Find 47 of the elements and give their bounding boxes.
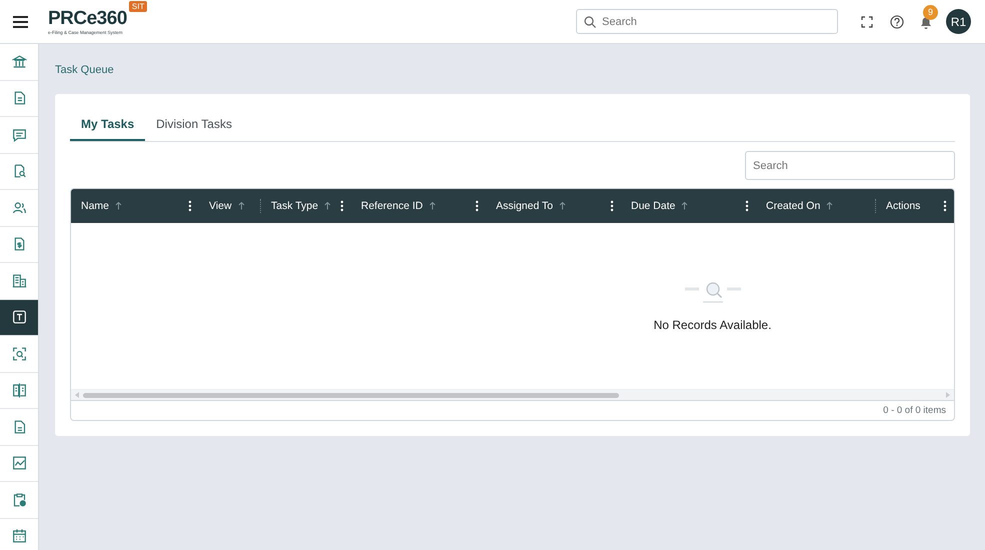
column-header[interactable]: Actions [876,189,954,223]
column-header[interactable]: View [199,189,261,223]
sidebar-item[interactable] [0,300,38,336]
sort-arrow-icon[interactable] [681,202,688,210]
search-icon [584,16,596,28]
column-menu-icon[interactable] [745,200,749,212]
notification-count: 9 [923,4,938,20]
column-menu-icon[interactable] [188,200,192,212]
task-icon [12,309,26,326]
grid-search-field[interactable]: Search [745,151,955,180]
column-menu-icon[interactable] [943,200,947,212]
column-menu-icon[interactable] [340,200,344,212]
tab[interactable]: My Tasks [70,108,146,141]
bank-icon [12,54,26,70]
sort-arrow-icon[interactable] [324,202,332,210]
clipboard-clock-icon [12,492,26,508]
users-icon [12,200,26,216]
scan-icon [12,346,26,362]
column-header[interactable]: Task Type [261,189,351,223]
sort-arrow-icon[interactable] [115,202,122,210]
column-menu-icon[interactable] [475,200,479,212]
book-icon [12,382,26,398]
help-icon[interactable] [890,14,904,28]
breadcrumb[interactable]: Task Queue [55,64,114,86]
menu-icon[interactable] [13,16,28,28]
fullscreen-icon[interactable] [860,14,874,28]
tab[interactable]: Division Tasks [145,108,243,141]
column-header[interactable]: Reference ID [351,189,486,223]
building-icon [12,272,26,289]
sort-arrow-icon[interactable] [238,202,245,210]
column-header[interactable]: Name [71,189,199,223]
logo: PRCe360 [48,8,127,30]
message-icon [12,126,26,143]
pager-info: 0 - 0 of 0 items [883,405,946,416]
sort-arrow-icon[interactable] [826,202,834,210]
environment-badge: SIT [128,1,148,12]
column-header[interactable]: Due Date [621,189,756,223]
empty-message: No Records Available. [654,318,772,332]
column-menu-icon[interactable] [610,200,614,212]
column-header[interactable]: Assigned To [486,189,621,223]
sort-arrow-icon[interactable] [559,202,566,210]
calendar-icon [12,528,26,544]
column-header[interactable]: Created On [756,189,876,223]
chart-icon [12,455,26,472]
search-field[interactable]: Search [576,9,838,34]
user-avatar[interactable]: R1 [946,9,971,34]
sort-arrow-icon[interactable] [428,202,436,210]
